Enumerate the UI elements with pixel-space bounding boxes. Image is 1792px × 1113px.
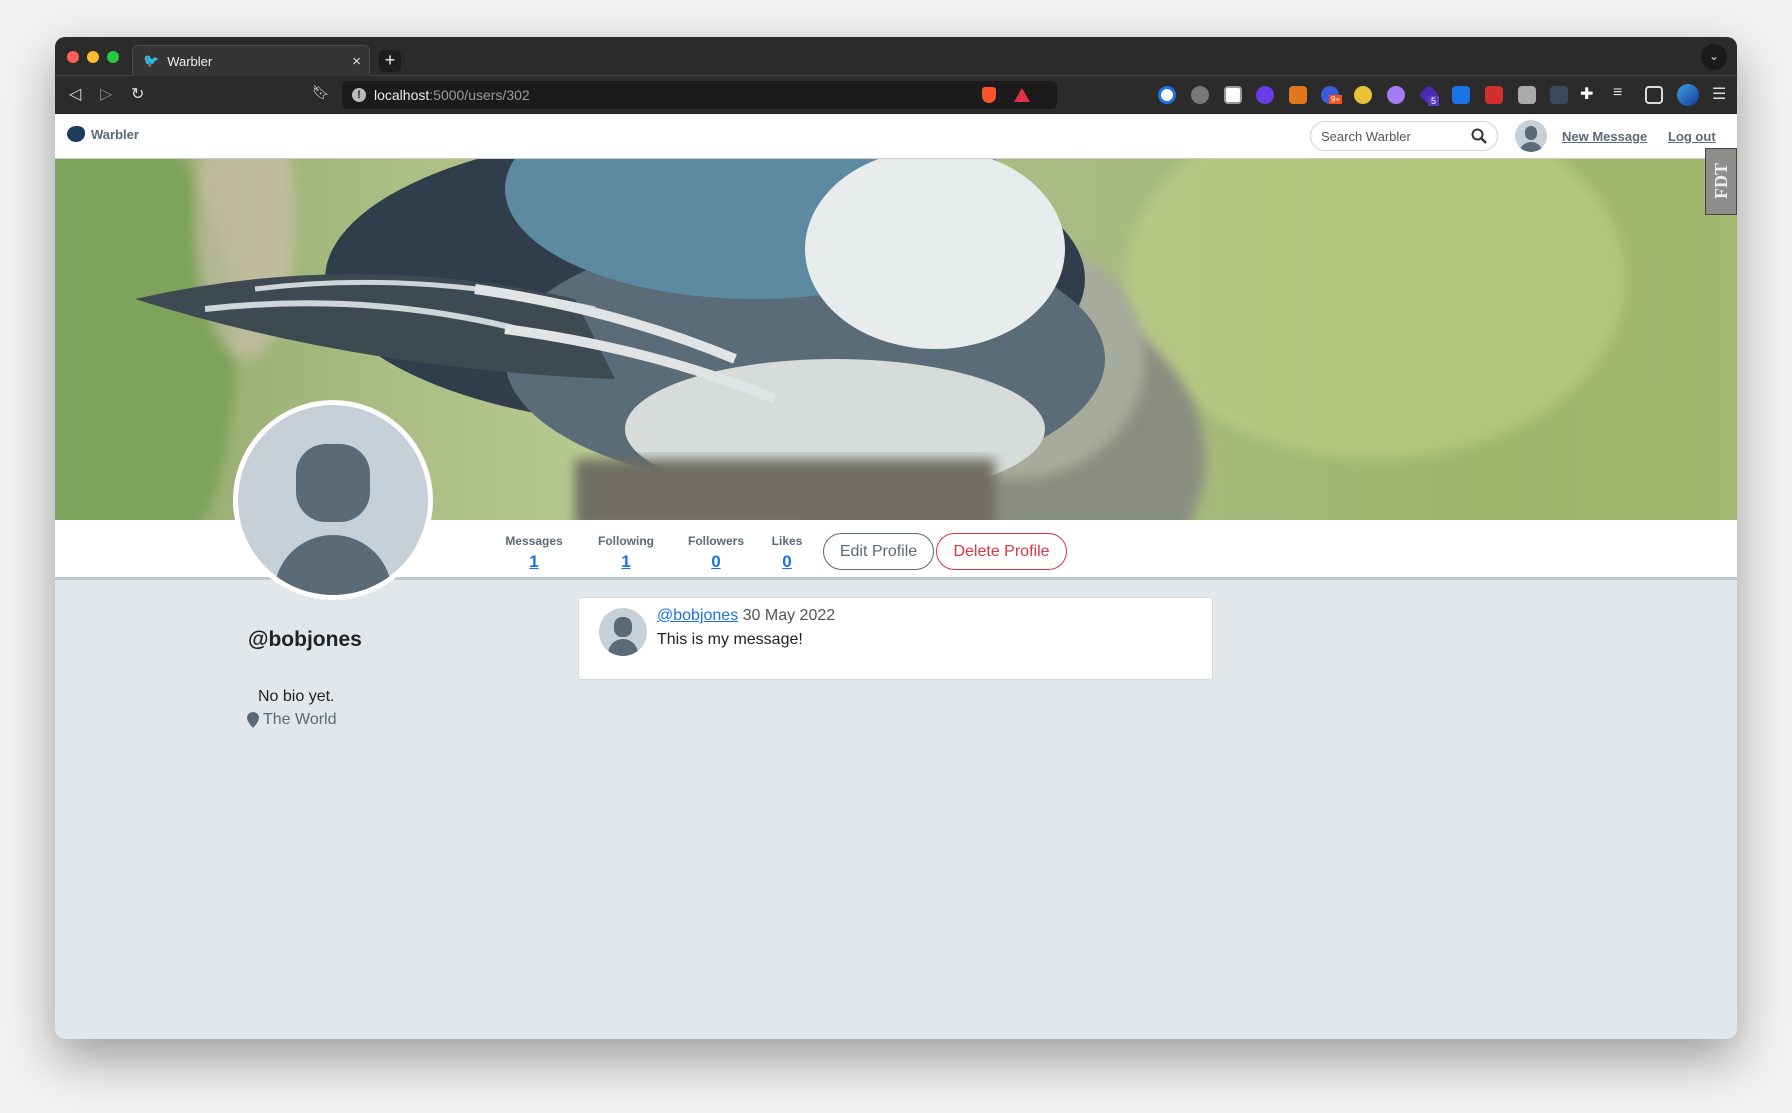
profile-bio: No bio yet. bbox=[258, 688, 335, 705]
site-info-icon[interactable]: ! bbox=[352, 88, 366, 102]
stat-label: Followers bbox=[687, 534, 744, 548]
menu-icon[interactable]: ☰ bbox=[1712, 84, 1726, 104]
profile-username: @bobjones bbox=[248, 628, 362, 651]
extension-badge: 5 bbox=[1428, 96, 1440, 106]
send-icon[interactable] bbox=[1224, 86, 1242, 104]
address-bar[interactable]: ! localhost:5000/users/302 bbox=[342, 81, 1057, 109]
h-extension-icon[interactable] bbox=[1518, 86, 1536, 104]
extensions-puzzle-icon[interactable]: ✚ bbox=[1580, 84, 1593, 104]
site-navbar: Warbler New Message Log out bbox=[55, 114, 1737, 159]
stat-label: Following bbox=[598, 534, 654, 548]
broom-icon[interactable] bbox=[1354, 86, 1372, 104]
message-date: 30 May 2022 bbox=[742, 607, 836, 624]
brand-name: Warbler bbox=[91, 126, 139, 142]
stat-label: Likes bbox=[771, 534, 803, 548]
brave-shield-icon[interactable] bbox=[982, 87, 996, 103]
delete-profile-button[interactable]: Delete Profile bbox=[936, 533, 1067, 570]
back-icon[interactable]: ◁ bbox=[69, 84, 81, 104]
profile-globe-icon[interactable] bbox=[1677, 84, 1699, 106]
tab-title: Warbler bbox=[167, 53, 213, 69]
brand-link[interactable]: Warbler bbox=[67, 126, 139, 142]
maximize-window-button[interactable] bbox=[107, 51, 119, 63]
stat-messages[interactable]: Messages 1 bbox=[502, 534, 566, 572]
map-pin-icon bbox=[247, 712, 259, 728]
stat-following[interactable]: Following 1 bbox=[594, 534, 658, 572]
stat-likes[interactable]: Likes 0 bbox=[767, 534, 807, 572]
metamask-icon[interactable] bbox=[1289, 86, 1307, 104]
reload-icon[interactable]: ↻ bbox=[131, 84, 144, 104]
new-tab-button[interactable]: + bbox=[379, 50, 401, 72]
message-avatar[interactable] bbox=[599, 608, 647, 656]
close-window-button[interactable] bbox=[67, 51, 79, 63]
warbler-logo-icon bbox=[67, 126, 85, 142]
tab-bar: 🐦 Warbler × + ⌄ bbox=[55, 37, 1737, 76]
message-user-link[interactable]: @bobjones bbox=[657, 607, 738, 624]
ublock-icon[interactable] bbox=[1256, 86, 1274, 104]
location-text: The World bbox=[263, 711, 337, 728]
tag-extension-icon[interactable] bbox=[1452, 86, 1470, 104]
stat-followers[interactable]: Followers 0 bbox=[684, 534, 748, 572]
devtools-side-tab[interactable]: FDT bbox=[1705, 148, 1737, 215]
new-message-link[interactable]: New Message bbox=[1562, 129, 1647, 144]
edit-profile-button[interactable]: Edit Profile bbox=[823, 533, 934, 570]
tab-close-icon[interactable]: × bbox=[352, 53, 361, 70]
forward-icon[interactable]: ▷ bbox=[100, 84, 112, 104]
bird-favicon-icon: 🐦 bbox=[143, 53, 160, 68]
minimize-window-button[interactable] bbox=[87, 51, 99, 63]
playlist-icon[interactable]: ≡ bbox=[1613, 84, 1622, 102]
wallet-icon[interactable] bbox=[1645, 86, 1663, 104]
search-input[interactable] bbox=[1321, 128, 1461, 144]
stat-value[interactable]: 1 bbox=[594, 552, 658, 572]
url-path: :5000/users/302 bbox=[429, 87, 530, 103]
message-card: @bobjones 30 May 2022 This is my message… bbox=[578, 597, 1213, 680]
search-icon[interactable] bbox=[1471, 128, 1487, 144]
brave-rewards-icon[interactable] bbox=[1014, 88, 1030, 102]
message-meta: @bobjones 30 May 2022 bbox=[657, 607, 835, 625]
stat-value[interactable]: 0 bbox=[767, 552, 807, 572]
profile-avatar bbox=[233, 400, 433, 600]
browser-toolbar: ◁ ▷ ↻ 🔖︎ ! localhost:5000/users/302 9+ 5… bbox=[55, 76, 1737, 114]
browser-window: 🐦 Warbler × + ⌄ ◁ ▷ ↻ 🔖︎ ! localhost:500… bbox=[55, 37, 1737, 1039]
pickaxe-icon[interactable] bbox=[1485, 86, 1503, 104]
dollar-extension-icon[interactable] bbox=[1550, 86, 1568, 104]
stat-label: Messages bbox=[505, 534, 563, 548]
stat-value[interactable]: 0 bbox=[684, 552, 748, 572]
dark-mode-icon[interactable] bbox=[1191, 86, 1209, 104]
url-host: localhost bbox=[374, 87, 430, 103]
extension-badge: 9+ bbox=[1329, 95, 1343, 104]
bookmark-icon[interactable]: 🔖︎ bbox=[312, 84, 330, 101]
tab-list-chevron-icon[interactable]: ⌄ bbox=[1701, 44, 1727, 70]
profile-location: The World bbox=[247, 711, 337, 729]
search-form bbox=[1310, 121, 1498, 151]
password-manager-icon[interactable] bbox=[1158, 86, 1176, 104]
browser-tab[interactable]: 🐦 Warbler × bbox=[132, 45, 370, 76]
extension-burst-icon[interactable]: 9+ bbox=[1321, 86, 1343, 104]
purple-extension-icon[interactable] bbox=[1387, 86, 1405, 104]
message-text: This is my message! bbox=[657, 631, 803, 648]
user-avatar[interactable] bbox=[1515, 120, 1547, 152]
logout-link[interactable]: Log out bbox=[1668, 129, 1716, 144]
stat-value[interactable]: 1 bbox=[502, 552, 566, 572]
